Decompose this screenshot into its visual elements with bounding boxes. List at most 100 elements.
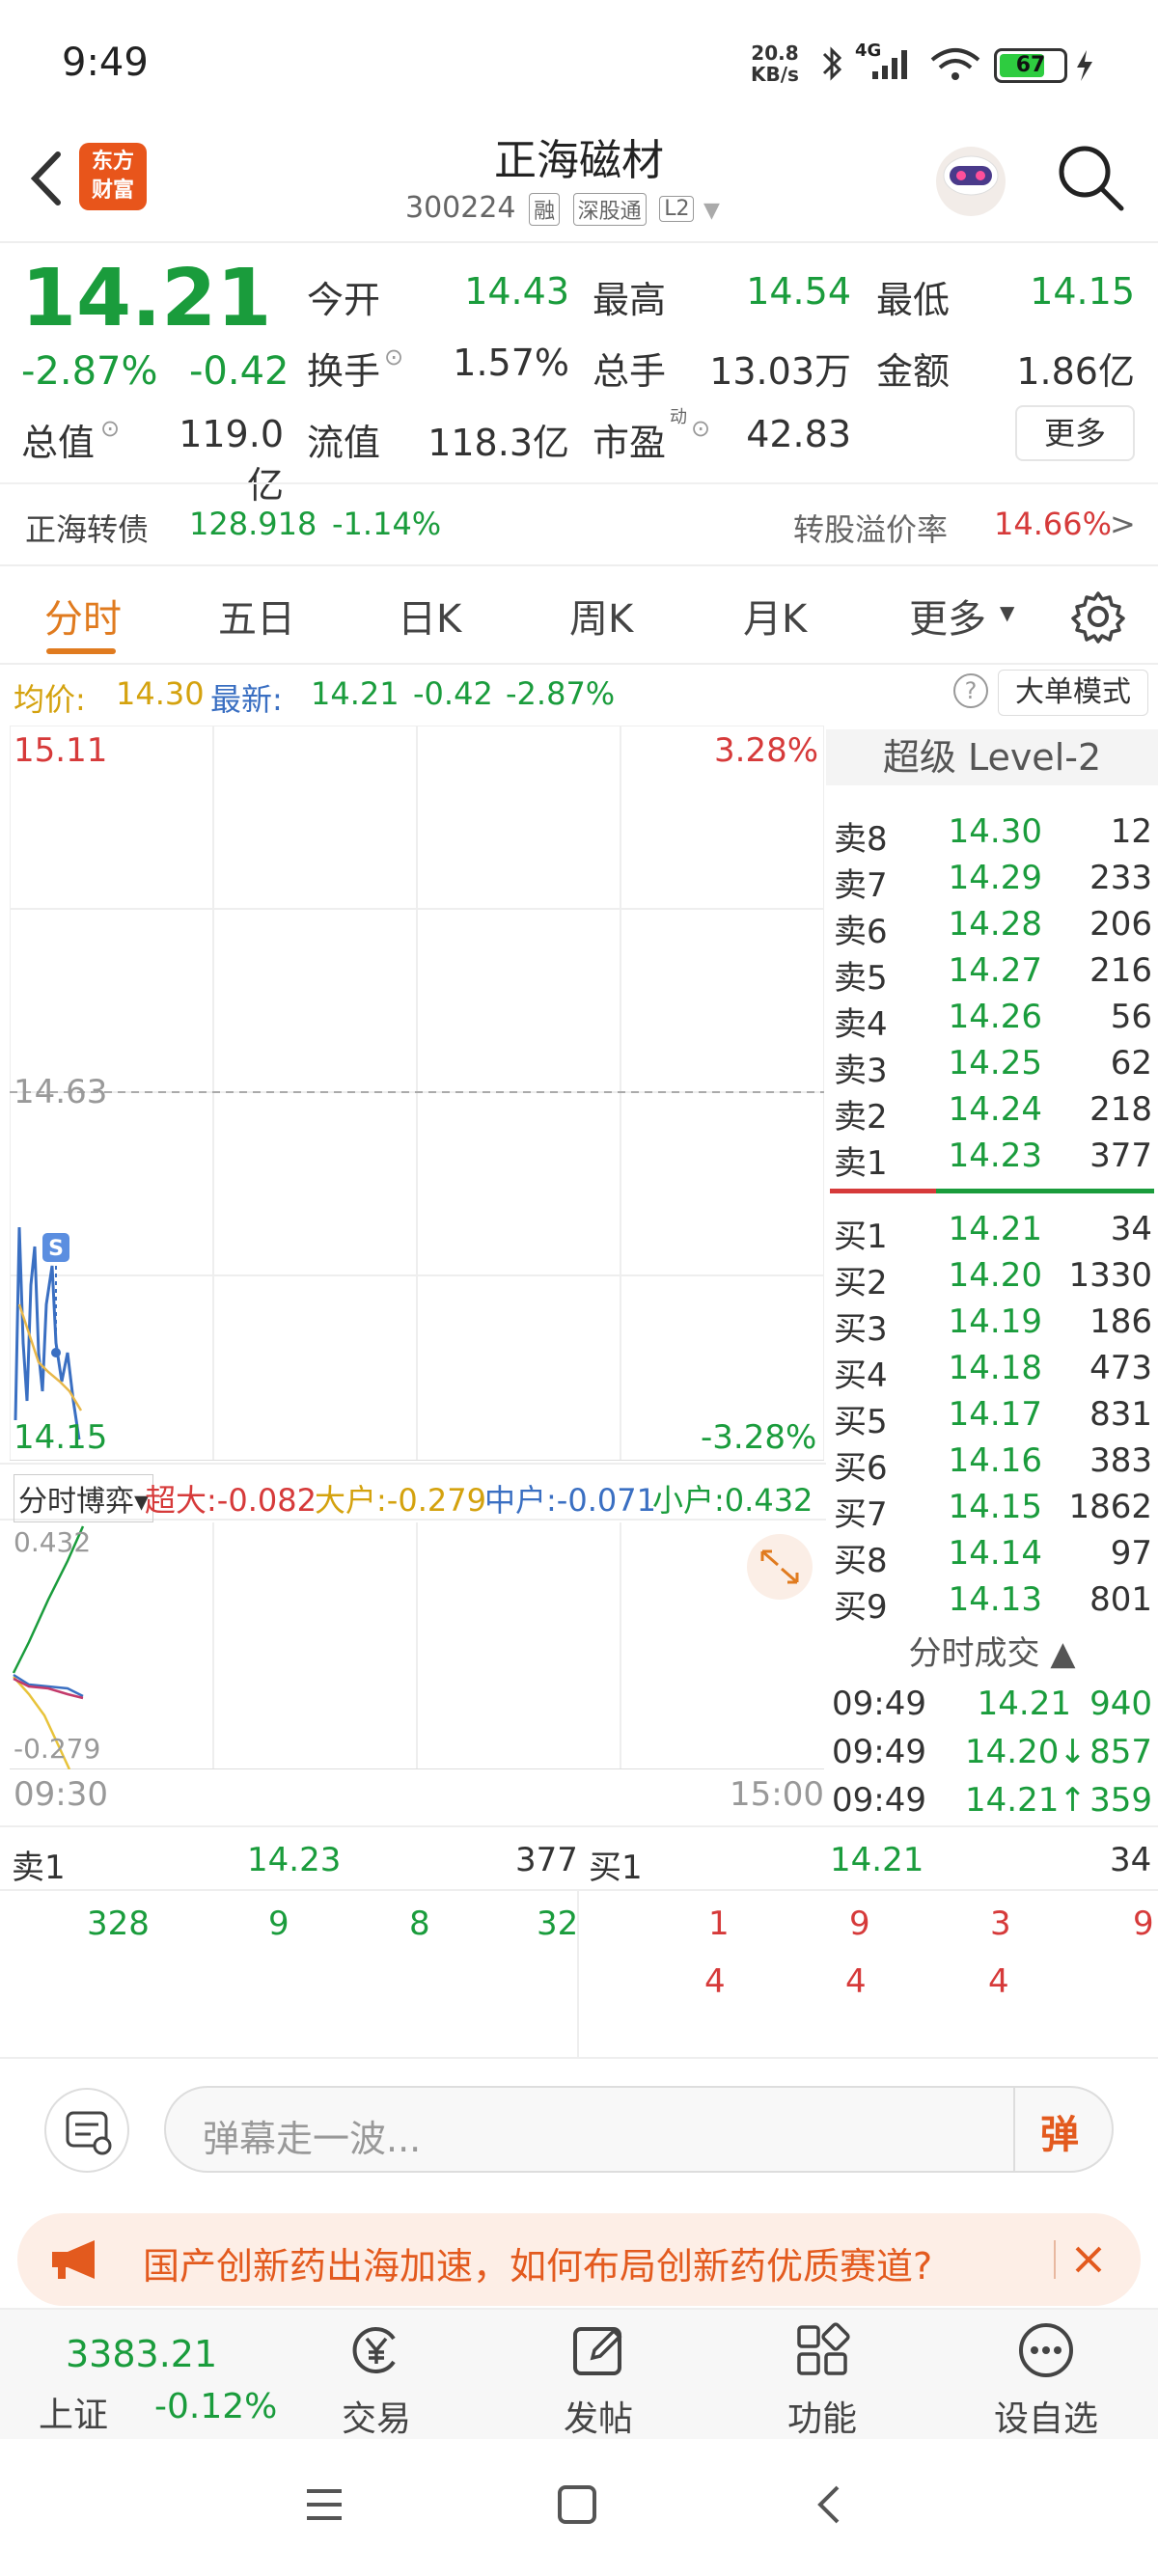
ask-row-p: 14.28 — [948, 905, 1042, 944]
tab-more[interactable]: 更多 — [909, 588, 986, 644]
last-label: 最新: — [210, 681, 283, 718]
bid-row-p: 14.21 — [948, 1210, 1042, 1248]
turnover-label: 换手 — [307, 350, 381, 393]
float-label: 流值 — [307, 422, 381, 464]
bid-row[interactable]: 买8 14.14 97 — [830, 1530, 1152, 1580]
trade-row[interactable]: 09:49 14.21↑ 359 — [830, 1775, 1152, 1823]
queue-bid-order: 4 — [704, 1962, 726, 2001]
ask-row-l: 卖5 — [834, 959, 888, 998]
ask-row[interactable]: 卖1 14.23 377 — [830, 1133, 1152, 1183]
trade-row-p: 14.21 — [977, 1685, 1071, 1723]
ask-row-v: 206 — [1089, 905, 1152, 944]
more-dots-icon — [1019, 2323, 1073, 2377]
robot-assistant-icon[interactable] — [928, 137, 1013, 222]
ask-row[interactable]: 卖5 14.27 216 — [830, 947, 1152, 998]
tab-intraday[interactable]: 分时 — [44, 588, 122, 644]
bid-row-v: 34 — [1110, 1210, 1152, 1248]
caret-up-icon: ▲ — [1050, 1634, 1076, 1673]
high-label: 最高 — [593, 279, 667, 321]
bid-row-l: 买8 — [834, 1542, 888, 1580]
tab-monthly-k[interactable]: 月K — [743, 588, 807, 644]
queue-bid-price: 14.21 — [830, 1841, 924, 1879]
ask-row-l: 卖1 — [834, 1144, 888, 1183]
queue-bid-vol: 34 — [1110, 1841, 1152, 1879]
tag-l2: L2 — [659, 196, 695, 222]
bid-row[interactable]: 买1 14.21 34 — [830, 1206, 1152, 1256]
ask-row[interactable]: 卖7 14.29 233 — [830, 855, 1152, 905]
chart-top-pct: 3.28% — [714, 731, 819, 770]
intraday-chart[interactable]: S — [10, 726, 824, 1461]
danmu-button[interactable]: 弹 — [1013, 2086, 1114, 2173]
nav-trade[interactable]: 交易 — [290, 2310, 463, 2441]
ask-row[interactable]: 卖2 14.24 218 — [830, 1086, 1152, 1137]
bid-row[interactable]: 买7 14.15 1862 — [830, 1484, 1152, 1534]
big-order-mode-button[interactable]: 大单模式 — [998, 670, 1148, 716]
bid-row-l: 买1 — [834, 1218, 888, 1256]
bid-row-l: 买4 — [834, 1357, 888, 1395]
flow-selector[interactable]: 分时博弈▾ — [14, 1474, 154, 1522]
help-icon[interactable]: ? — [953, 673, 988, 708]
queue-ask-order: 9 — [268, 1905, 290, 1943]
convertible-bond-row[interactable]: 正海转债 128.918 -1.14% 转股溢价率 14.66% > — [0, 482, 1158, 563]
queue-ask-order: 8 — [409, 1905, 430, 1943]
index-name: 上证 — [39, 2396, 109, 2435]
info-icon[interactable]: ⊙ — [691, 415, 710, 442]
flow-bot-value: -0.279 — [14, 1733, 101, 1765]
stock-code-line[interactable]: 300224 融 深股通 L2 ▼ — [405, 191, 720, 226]
comment-list-icon[interactable] — [44, 2088, 129, 2173]
bid-row[interactable]: 买2 14.20 1330 — [830, 1252, 1152, 1302]
ask-bar — [830, 1189, 936, 1193]
danmu-input[interactable]: 弹幕走一波... — [164, 2086, 1114, 2173]
volume-label: 总手 — [593, 350, 667, 393]
avg-label: 均价: — [14, 681, 86, 718]
level2-header[interactable]: 超级 Level-2 — [826, 729, 1158, 785]
fund-flow-row: 分时博弈▾ 超大:-0.082 大户:-0.279 中户:-0.071 小户:0… — [0, 1463, 826, 1522]
queue-ask-label: 卖1 — [12, 1849, 66, 1887]
bid-row[interactable]: 买5 14.17 831 — [830, 1391, 1152, 1441]
search-icon[interactable] — [1054, 141, 1127, 214]
close-icon[interactable] — [1069, 2240, 1108, 2279]
ask-row[interactable]: 卖6 14.28 206 — [830, 901, 1152, 951]
trade-row[interactable]: 09:49 14.20↓ 857 — [830, 1727, 1152, 1775]
trade-row-v: 940 — [1089, 1685, 1152, 1723]
tag-connect: 深股通 — [572, 192, 647, 226]
bid-row[interactable]: 买3 14.19 186 — [830, 1299, 1152, 1349]
index-pct: -0.12% — [154, 2387, 278, 2426]
menu-icon[interactable] — [301, 2481, 347, 2528]
trade-row[interactable]: 09:49 14.21 940 — [830, 1679, 1152, 1727]
info-icon[interactable]: ⊙ — [384, 343, 403, 370]
more-button[interactable]: 更多 — [1015, 405, 1135, 461]
app-logo: 东方 财富 — [79, 143, 147, 210]
bid-row[interactable]: 买4 14.18 473 — [830, 1345, 1152, 1395]
trades-title[interactable]: 分时成交 ▲ — [826, 1627, 1158, 1674]
bid-row-l: 买9 — [834, 1588, 888, 1627]
promo-banner[interactable]: 国产创新药出海加速，如何布局创新药优质赛道? — [17, 2213, 1141, 2306]
index-quote[interactable]: 3383.21 上证 -0.12% — [29, 2310, 277, 2441]
ask-row[interactable]: 卖4 14.26 56 — [830, 994, 1152, 1044]
time-end: 15:00 — [730, 1775, 824, 1814]
nav-functions[interactable]: 功能 — [735, 2310, 909, 2441]
fund-flow-chart[interactable] — [10, 1522, 824, 1769]
trade-yen-icon — [352, 2327, 396, 2373]
status-time: 9:49 — [62, 41, 149, 85]
back-nav-icon[interactable] — [807, 2481, 853, 2528]
tab-daily-k[interactable]: 日K — [398, 588, 461, 644]
ask-row[interactable]: 卖3 14.25 62 — [830, 1040, 1152, 1090]
battery-icon: 67 — [994, 48, 1067, 83]
bid-row-p: 14.19 — [948, 1302, 1042, 1341]
settings-gear-icon[interactable] — [1071, 589, 1125, 644]
premium-label: 转股溢价率 — [793, 511, 949, 548]
tab-weekly-k[interactable]: 周K — [569, 588, 633, 644]
home-icon[interactable] — [554, 2481, 600, 2528]
tab-5day[interactable]: 五日 — [218, 588, 295, 644]
bid-row[interactable]: 买9 14.13 801 — [830, 1576, 1152, 1627]
info-icon[interactable]: ⊙ — [100, 415, 120, 442]
charging-icon — [1077, 50, 1092, 81]
open-label: 今开 — [307, 279, 381, 321]
ask-row[interactable]: 卖8 14.30 12 — [830, 808, 1152, 859]
bid-row[interactable]: 买6 14.16 383 — [830, 1438, 1152, 1488]
ask-row-p: 14.24 — [948, 1090, 1042, 1129]
nav-add-watchlist[interactable]: 设自选 — [959, 2310, 1133, 2441]
back-icon[interactable] — [21, 145, 69, 212]
nav-post[interactable]: 发帖 — [511, 2310, 685, 2441]
